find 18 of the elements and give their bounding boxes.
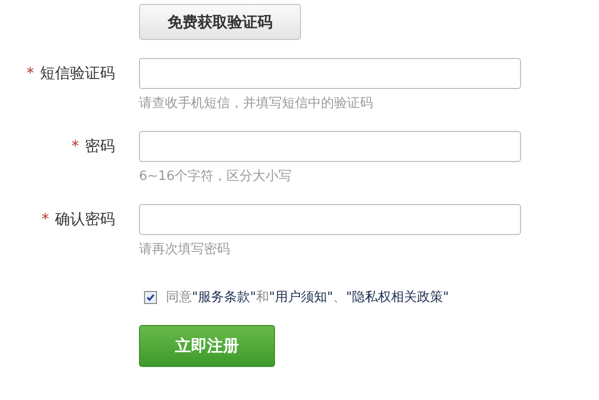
field-label: 确认密码	[55, 210, 115, 228]
agreement-text: 同意"服务条款"和"用户须知"、"隐私权相关政策"	[166, 289, 449, 306]
field-hint: 请再次填写密码	[139, 241, 231, 259]
required-mark: *	[72, 137, 79, 155]
input-field[interactable]	[139, 204, 521, 235]
field-label: 短信验证码	[40, 64, 115, 82]
required-mark: *	[26, 64, 34, 82]
input-field[interactable]	[139, 58, 521, 89]
checkbox[interactable]	[144, 290, 157, 304]
terms-link[interactable]: "用户须知"	[268, 290, 333, 305]
terms-link[interactable]: "隐私权相关政策"	[346, 290, 449, 305]
field-label: 密码	[85, 136, 115, 156]
input-field[interactable]	[139, 131, 521, 162]
field-hint: 6~16个字符，区分大小写	[139, 168, 293, 186]
get-code-button[interactable]: 免费获取验证码	[139, 4, 301, 40]
terms-link[interactable]: "服务条款"	[192, 290, 256, 305]
required-mark: *	[42, 210, 49, 228]
field-hint: 请查收手机短信，并填写短信中的验证码	[139, 95, 374, 113]
